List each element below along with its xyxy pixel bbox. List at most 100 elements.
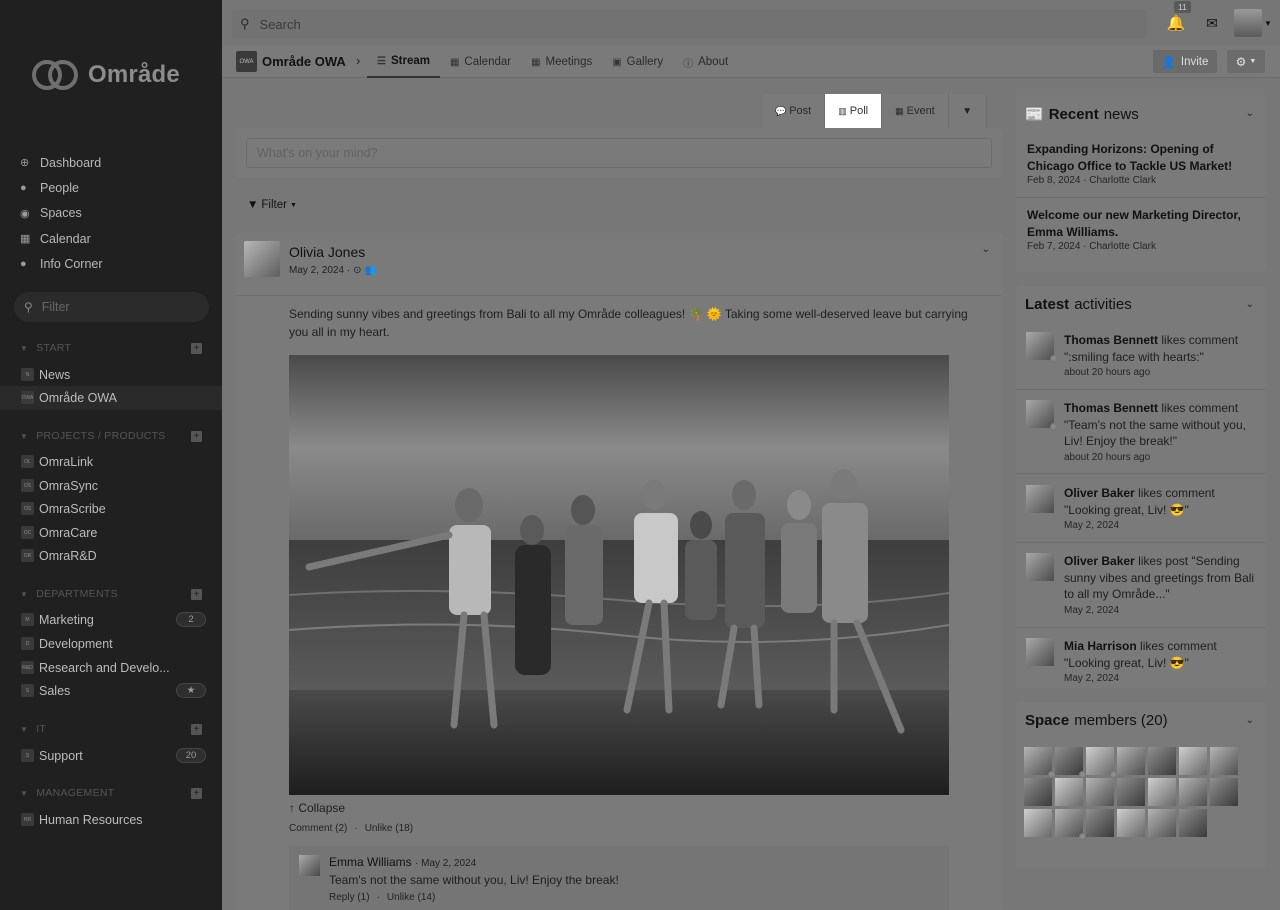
member-avatar[interactable] [1086, 778, 1114, 806]
messages-button[interactable]: ✉ [1196, 15, 1228, 32]
comment-date: May 2, 2024 [421, 858, 477, 869]
sidebar-item-sales[interactable]: S Sales ★ [0, 679, 222, 703]
add-icon[interactable]: + [191, 430, 202, 442]
sidebar-item-human-resources[interactable]: HR Human Resources [0, 808, 222, 832]
member-avatar[interactable] [1117, 778, 1145, 806]
tab-calendar[interactable]: ▦ Calendar [440, 46, 521, 78]
activity-user: Oliver Baker [1064, 486, 1135, 500]
panel-collapse-chevron-icon[interactable]: ⌄ [1246, 299, 1254, 310]
panel-collapse-chevron-icon[interactable]: ⌄ [1246, 715, 1254, 726]
sidebar-item-omrascribe[interactable]: OS OmraScribe [0, 497, 222, 521]
nav-dashboard[interactable]: ⊕ Dashboard [20, 150, 210, 175]
member-avatar[interactable] [1117, 747, 1145, 775]
divider [1016, 627, 1266, 628]
member-avatar[interactable] [1210, 747, 1238, 775]
post-image[interactable] [289, 355, 949, 795]
event-icon: ▦ [895, 105, 904, 116]
collapse-button[interactable]: ↑ Collapse [289, 801, 345, 815]
member-avatar[interactable] [1055, 809, 1086, 840]
member-avatar[interactable] [1179, 778, 1207, 806]
avatar[interactable] [1026, 553, 1054, 581]
unlike-button[interactable]: Unlike (14) [387, 892, 435, 903]
nav-people[interactable]: ● People [20, 175, 210, 200]
section-start[interactable]: ▼ START + [20, 341, 202, 355]
section-it[interactable]: ▼ IT + [20, 722, 202, 736]
comment-button[interactable]: Comment (2) [289, 823, 347, 834]
meetings-icon: ▦ [531, 56, 541, 68]
sidebar-item-research[interactable]: R&D Research and Develo... [0, 656, 222, 680]
add-icon[interactable]: + [191, 342, 202, 354]
tab-gallery[interactable]: ▣ Gallery [602, 46, 673, 78]
section-management[interactable]: ▼ MANAGEMENT + [20, 786, 202, 800]
reply-button[interactable]: Reply (1) [329, 892, 370, 903]
section-departments[interactable]: ▼ DEPARTMENTS + [20, 587, 202, 601]
tab-stream[interactable]: ☰ Stream [367, 46, 440, 78]
user-menu[interactable]: ▼ [1234, 9, 1280, 37]
nav-info-corner[interactable]: ● Info Corner [20, 252, 210, 277]
sidebar-item-omrade-owa[interactable]: OWA Område OWA [0, 386, 222, 410]
comment-author[interactable]: Emma Williams [329, 855, 412, 869]
member-avatar[interactable] [1024, 778, 1052, 806]
news-item[interactable]: Expanding Horizons: Opening of Chicago O… [1027, 141, 1255, 186]
sidebar-item-omrarnd[interactable]: OR OmraR&D [0, 544, 222, 568]
nav-label: Calendar [40, 231, 91, 246]
member-avatar[interactable] [1086, 809, 1114, 837]
add-icon[interactable]: + [191, 588, 202, 600]
sidebar-item-omracare[interactable]: OC OmraCare [0, 521, 222, 545]
nav-spaces[interactable]: ◉ Spaces [20, 201, 210, 226]
post-date[interactable]: May 2, 2024 · [289, 265, 350, 276]
unlike-button[interactable]: Unlike (18) [365, 823, 413, 834]
composer-tab-post[interactable]: 💬 Post [762, 94, 826, 128]
member-avatar[interactable] [1179, 747, 1207, 775]
search-input[interactable]: ⚲ Search [232, 9, 1147, 39]
post-menu-chevron-icon[interactable]: ⌄ [982, 244, 990, 255]
space-settings-button[interactable]: ⚙ ▼ [1227, 50, 1265, 73]
news-item[interactable]: Welcome our new Marketing Director, Emma… [1027, 207, 1255, 252]
panel-collapse-chevron-icon[interactable]: ⌄ [1246, 108, 1254, 119]
section-title: MANAGEMENT [36, 787, 115, 799]
composer-tab-event[interactable]: ▦ Event [882, 94, 949, 128]
member-avatar[interactable] [1024, 809, 1052, 837]
avatar[interactable] [299, 855, 320, 876]
add-icon[interactable]: + [191, 787, 202, 799]
news-title[interactable]: Expanding Horizons: Opening of Chicago O… [1027, 141, 1255, 174]
news-title[interactable]: Welcome our new Marketing Director, Emma… [1027, 207, 1255, 240]
member-avatar[interactable] [1148, 809, 1176, 837]
space-title[interactable]: Område OWA [262, 54, 346, 69]
member-avatars [1024, 747, 1249, 840]
logo[interactable]: Område [30, 58, 180, 92]
member-avatar[interactable] [1024, 747, 1055, 778]
sidebar-item-omralink[interactable]: OL OmraLink [0, 450, 222, 474]
composer-more-button[interactable]: ▼ [948, 94, 987, 128]
add-icon[interactable]: + [191, 723, 202, 735]
member-avatar[interactable] [1210, 778, 1238, 806]
member-avatar[interactable] [1055, 778, 1083, 806]
section-projects[interactable]: ▼ PROJECTS / PRODUCTS + [20, 429, 202, 443]
composer-tab-poll[interactable]: ▥ Poll [825, 94, 883, 128]
member-avatar[interactable] [1148, 778, 1176, 806]
avatar[interactable] [1026, 638, 1054, 666]
chevron-down-icon: ▼ [20, 589, 29, 599]
member-avatar[interactable] [1148, 747, 1176, 775]
avatar[interactable] [244, 241, 280, 277]
notifications-button[interactable]: 🔔 11 [1156, 1, 1196, 32]
sidebar-item-omrasync[interactable]: OS OmraSync [0, 474, 222, 498]
tab-meetings[interactable]: ▦ Meetings [521, 46, 602, 78]
section-title: PROJECTS / PRODUCTS [36, 430, 166, 442]
member-avatar[interactable] [1086, 747, 1117, 778]
tab-about[interactable]: ⓘ About [673, 46, 738, 78]
post-input[interactable]: What's on your mind? [246, 138, 992, 168]
sidebar-item-support[interactable]: S Support 20 [0, 744, 222, 768]
nav-calendar[interactable]: ▦ Calendar [20, 226, 210, 251]
sidebar-item-marketing[interactable]: M Marketing 2 [0, 608, 222, 632]
sidebar-filter-input[interactable]: ⚲ Filter [14, 292, 209, 322]
avatar[interactable] [1026, 485, 1054, 513]
member-avatar[interactable] [1055, 747, 1086, 778]
sidebar-item-news[interactable]: N News [0, 363, 222, 387]
member-avatar[interactable] [1179, 809, 1207, 837]
stream-filter-button[interactable]: ▼ Filter ▼ [247, 199, 297, 211]
invite-button[interactable]: 👤 Invite [1153, 50, 1217, 73]
member-avatar[interactable] [1117, 809, 1145, 837]
post-author[interactable]: Olivia Jones [289, 244, 365, 260]
sidebar-item-development[interactable]: D Development [0, 632, 222, 656]
